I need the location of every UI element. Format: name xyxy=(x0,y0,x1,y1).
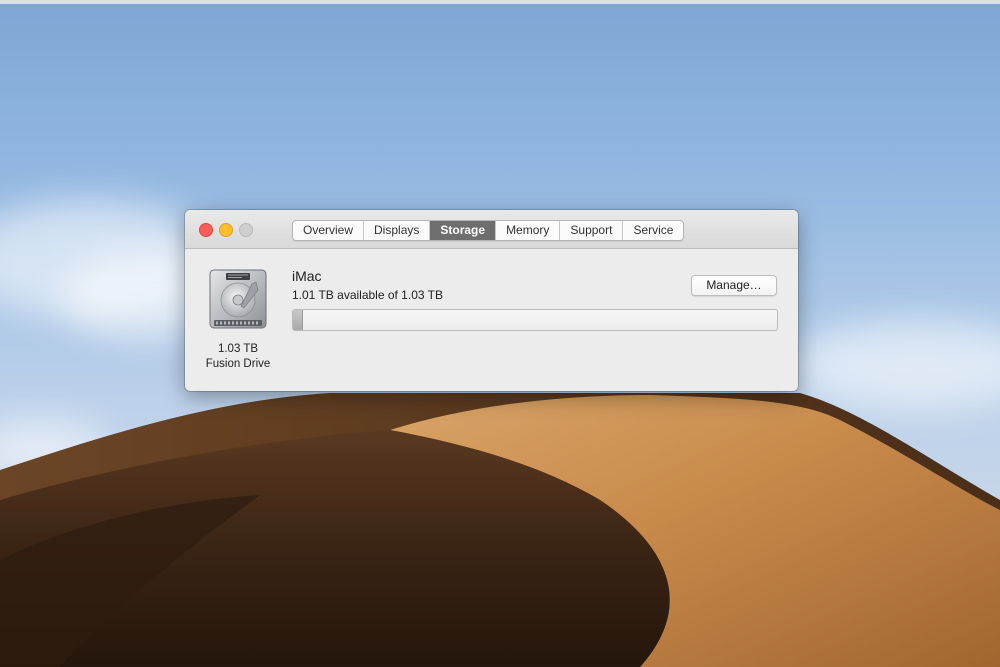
drive-capacity: 1.03 TB xyxy=(217,343,259,355)
tab-overview[interactable]: Overview xyxy=(293,221,365,240)
tab-displays[interactable]: Displays xyxy=(364,221,431,240)
storage-usage-bar xyxy=(292,309,778,331)
storage-panel: 1.03 TB Fusion Drive iMac 1.01 TB availa… xyxy=(185,249,798,391)
about-this-mac-window: Overview Displays Storage Memory Support… xyxy=(185,210,798,391)
drive-type: Fusion Drive xyxy=(205,358,271,370)
available-space-text: 1.01 TB available of 1.03 TB xyxy=(292,288,443,302)
desktop-wallpaper: Overview Displays Storage Memory Support… xyxy=(0,0,1000,667)
storage-usage-fill xyxy=(293,310,304,330)
volume-name: iMac xyxy=(292,268,322,284)
manage-button[interactable]: Manage… xyxy=(691,275,777,296)
tab-memory[interactable]: Memory xyxy=(496,221,561,240)
tab-service[interactable]: Service xyxy=(623,221,683,240)
tab-storage[interactable]: Storage xyxy=(430,221,497,240)
tab-support[interactable]: Support xyxy=(560,221,624,240)
minimize-window-button[interactable] xyxy=(219,223,233,237)
drive-caption: 1.03 TB Fusion Drive xyxy=(193,342,283,372)
zoom-window-button[interactable] xyxy=(239,223,253,237)
close-window-button[interactable] xyxy=(199,223,213,237)
titlebar: Overview Displays Storage Memory Support… xyxy=(185,210,798,249)
tab-bar: Overview Displays Storage Memory Support… xyxy=(292,220,685,241)
hard-drive-icon xyxy=(209,269,267,329)
